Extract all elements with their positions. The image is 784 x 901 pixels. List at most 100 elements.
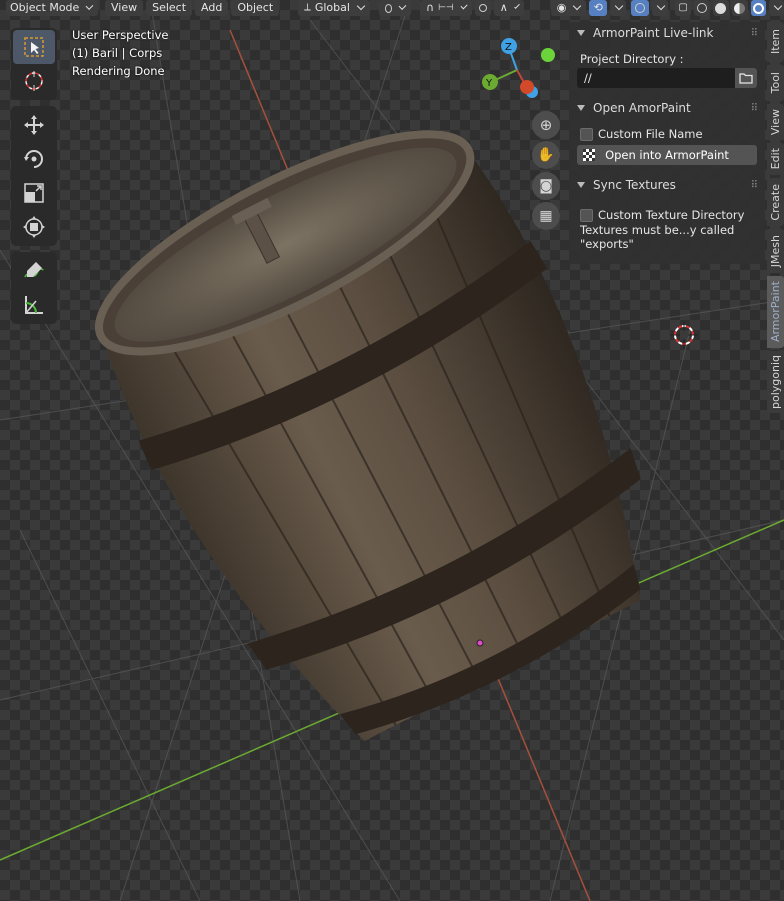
tab-item-label: Item [769,29,782,55]
custom-texture-dir-label: Custom Texture Directory [598,208,745,222]
tab-jmesh-label: JMesh [769,234,782,268]
hand-icon: ✋ [537,147,555,163]
menu-view[interactable]: View [105,0,144,16]
transform-tool[interactable] [13,210,55,244]
solid-icon [715,2,727,14]
camera-icon: ◙ [539,178,553,194]
camera-view-button[interactable]: ◙ [532,172,560,200]
magnet-icon: ∩ [425,1,434,14]
overlays-toggle-button[interactable] [631,0,649,16]
drag-grip-icon[interactable]: ⠿ [751,180,759,191]
armorpaint-panel: ArmorPaint Live-link ⠿ Project Directory… [569,22,765,264]
sync-section-header[interactable]: Sync Textures ⠿ [569,174,765,196]
zoom-button[interactable]: ⊕ [532,111,560,139]
scale-tool[interactable] [13,176,55,210]
falloff-dropdown[interactable]: ∧ [493,0,524,16]
tab-jmesh[interactable]: JMesh [767,229,784,273]
xray-toggle-button[interactable]: ▢ [675,0,692,16]
snap-dropdown[interactable]: ∩ ⊢⊣ [419,0,472,16]
collapse-triangle-icon [577,105,585,111]
viewport-header: Object Mode View Select Add Object ⟂ Glo… [0,0,784,16]
move-tool[interactable] [13,108,55,142]
rotate-tool[interactable] [13,142,55,176]
render-status-label: Rendering Done [72,64,165,78]
tab-create[interactable]: Create [767,178,784,226]
move-icon [24,115,44,135]
rotate-icon [24,150,43,168]
checker-icon [583,149,595,161]
annotate-tool[interactable] [13,254,55,288]
menu-object[interactable]: Object [231,0,280,16]
cursor-tool[interactable] [13,64,55,98]
gizmo-toggle-button[interactable]: ⟲ [589,0,607,16]
select-box-icon [24,37,44,57]
pan-button[interactable]: ✋ [532,141,560,169]
livelink-section-header[interactable]: ArmorPaint Live-link ⠿ [569,22,765,44]
solid-shading-button[interactable] [712,0,729,16]
gizmo-y-label: Y [485,78,493,89]
menu-select[interactable]: Select [146,0,193,16]
3d-cursor[interactable] [670,321,698,349]
sidebar-tabs: Item Tool View Edit Create JMesh ArmorPa… [767,22,784,416]
livelink-title: ArmorPaint Live-link [593,26,714,40]
material-shading-button[interactable] [731,0,748,16]
rendered-icon [753,2,765,14]
tab-polygoniq[interactable]: polygoniq [767,351,784,413]
ortho-toggle-button[interactable]: ▦ [532,202,560,230]
transform-icon [23,216,45,238]
shading-dropdown[interactable] [769,0,784,16]
tool-group-annotate [11,252,57,324]
pivot-point-icon [384,3,393,13]
tab-armorpaint[interactable]: ArmorPaint [767,276,784,348]
project-directory-label: Project Directory : [580,52,684,66]
overlays-dropdown[interactable] [651,0,669,16]
tab-edit[interactable]: Edit [767,143,784,175]
proportional-edit-button[interactable] [474,0,491,16]
mode-label: Object Mode [10,1,80,14]
project-directory-field[interactable]: // [577,68,757,88]
custom-texture-dir-checkbox[interactable] [580,208,593,222]
tool-group-transform [11,106,57,246]
visibility-dropdown[interactable]: ◉ [550,0,587,16]
select-box-tool[interactable] [13,30,55,64]
collapse-triangle-icon [577,30,585,36]
gizmo-dropdown[interactable] [609,0,627,16]
transform-orientation-dropdown[interactable]: ⟂ Global [298,0,370,16]
folder-icon [739,73,753,84]
navigation-gizmo[interactable]: Z Y [482,38,555,98]
open-section-header[interactable]: Open AmorPaint ⠿ [569,97,765,119]
active-object-label: (1) Baril | Corps [72,46,163,60]
gizmo-icon: ⟲ [593,1,603,14]
viewport-perspective-label: User Perspective [72,28,169,42]
custom-file-name-label: Custom File Name [598,127,703,141]
menu-add[interactable]: Add [195,0,229,16]
open-into-armorpaint-button[interactable]: Open into ArmorPaint [577,145,757,165]
drag-grip-icon[interactable]: ⠿ [751,103,759,114]
tab-tool[interactable]: Tool [767,65,784,101]
tab-edit-label: Edit [769,148,782,170]
folder-browse-button[interactable] [735,68,757,88]
measure-tool[interactable] [13,288,55,322]
tab-view[interactable]: View [767,104,784,140]
rendered-shading-button[interactable] [750,0,767,16]
overlays-icon [635,3,646,13]
drag-grip-icon[interactable]: ⠿ [751,28,759,39]
grid-icon: ▦ [539,208,553,224]
gizmo-z-label: Z [505,42,512,53]
wireframe-shading-button[interactable] [694,0,710,16]
scale-icon [24,183,44,203]
material-icon [734,2,746,14]
tab-item[interactable]: Item [767,22,784,62]
custom-file-name-row[interactable]: Custom File Name [569,123,765,145]
eye-icon: ◉ [556,1,567,14]
tool-group-select [11,28,57,100]
sync-section-title: Sync Textures [593,178,676,192]
pivot-point-dropdown[interactable] [378,0,411,16]
open-button-label: Open into ArmorPaint [605,148,729,162]
orientation-label: Global [314,1,350,14]
mode-dropdown[interactable]: Object Mode [6,0,98,16]
custom-file-name-checkbox[interactable] [580,127,593,141]
open-section-title: Open AmorPaint [593,101,691,115]
zoom-icon: ⊕ [539,116,553,134]
tab-armorpaint-label: ArmorPaint [769,281,782,343]
